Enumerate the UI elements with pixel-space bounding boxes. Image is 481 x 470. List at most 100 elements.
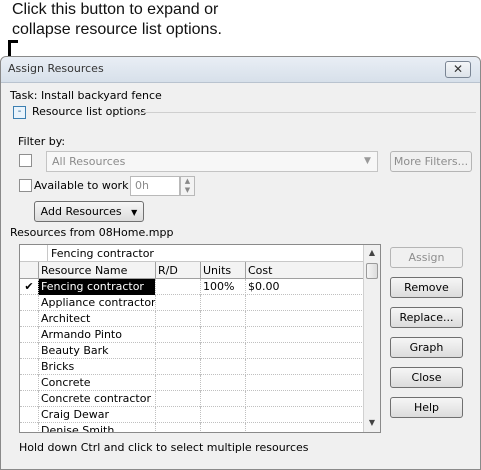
- spin-up-icon[interactable]: ▲: [181, 177, 194, 186]
- grid-header: Resource Name R/D Units Cost: [20, 262, 364, 279]
- close-button[interactable]: Close: [390, 367, 463, 388]
- col-units[interactable]: Units: [200, 262, 245, 279]
- available-to-work-checkbox[interactable]: [19, 179, 32, 192]
- check-icon: [20, 407, 38, 423]
- selection-hint: Hold down Ctrl and click to select multi…: [19, 441, 309, 454]
- add-resources-label: Add Resources: [40, 205, 122, 218]
- resource-list-options-label: Resource list options: [32, 105, 147, 118]
- resource-name-cell[interactable]: Fencing contractor: [38, 279, 155, 295]
- cost-cell[interactable]: [245, 343, 364, 359]
- cost-cell[interactable]: [245, 327, 364, 343]
- cost-cell[interactable]: [245, 375, 364, 391]
- check-icon: [20, 311, 38, 327]
- units-cell[interactable]: [200, 327, 245, 343]
- hours-spinner[interactable]: ▲ ▼: [180, 176, 195, 196]
- filter-combo[interactable]: All Resources ▼: [46, 151, 378, 172]
- check-icon: [20, 295, 38, 311]
- units-cell[interactable]: 100%: [200, 279, 245, 295]
- cost-cell[interactable]: [245, 423, 364, 432]
- resource-grid[interactable]: Fencing contractor Resource Name R/D Uni…: [19, 244, 381, 433]
- resource-name-cell[interactable]: Appliance contractor: [38, 295, 155, 311]
- units-cell[interactable]: [200, 391, 245, 407]
- grid-scrollbar[interactable]: ▲ ▼: [363, 245, 380, 432]
- cost-cell[interactable]: [245, 311, 364, 327]
- section-divider: [136, 112, 476, 113]
- resource-name-cell[interactable]: Beauty Bark: [38, 343, 155, 359]
- resource-name-cell[interactable]: Concrete contractor: [38, 391, 155, 407]
- available-to-work-label: Available to work: [34, 179, 129, 192]
- collapse-options-button[interactable]: -: [13, 106, 26, 119]
- dialog-title: Assign Resources: [8, 62, 104, 75]
- callout-line-1: Click this button to expand or: [12, 1, 219, 18]
- units-cell[interactable]: [200, 311, 245, 327]
- rd-cell[interactable]: [155, 359, 200, 375]
- filter-by-label: Filter by:: [18, 135, 66, 148]
- spin-down-icon[interactable]: ▼: [181, 186, 194, 195]
- rd-cell[interactable]: [155, 391, 200, 407]
- table-row[interactable]: Craig Dewar: [20, 407, 364, 423]
- units-cell[interactable]: [200, 343, 245, 359]
- resource-name-cell[interactable]: Craig Dewar: [38, 407, 155, 423]
- resource-name-cell[interactable]: Architect: [38, 311, 155, 327]
- assign-resources-dialog: Assign Resources ✕ Task: Install backyar…: [0, 56, 481, 470]
- rd-cell[interactable]: [155, 375, 200, 391]
- check-icon: [20, 423, 38, 432]
- check-icon: [20, 327, 38, 343]
- check-icon: ✔: [24, 280, 34, 293]
- table-row[interactable]: Concrete contractor: [20, 391, 364, 407]
- table-row[interactable]: Beauty Bark: [20, 343, 364, 359]
- table-row[interactable]: Appliance contractor: [20, 295, 364, 311]
- remove-button[interactable]: Remove: [390, 277, 463, 298]
- rd-cell[interactable]: [155, 311, 200, 327]
- resource-name-cell[interactable]: Denise Smith: [38, 423, 155, 432]
- table-row[interactable]: Architect: [20, 311, 364, 327]
- check-icon: [20, 343, 38, 359]
- table-row[interactable]: Bricks: [20, 359, 364, 375]
- rd-cell[interactable]: [155, 279, 200, 295]
- rd-cell[interactable]: [155, 407, 200, 423]
- filter-checkbox[interactable]: [19, 154, 32, 167]
- resource-name-cell[interactable]: Armando Pinto: [38, 327, 155, 343]
- col-resource-name[interactable]: Resource Name: [38, 262, 155, 279]
- cost-cell[interactable]: [245, 407, 364, 423]
- table-row[interactable]: ✔ Fencing contractor 100% $0.00: [20, 279, 364, 295]
- more-filters-button[interactable]: More Filters...: [390, 151, 472, 172]
- rd-cell[interactable]: [155, 343, 200, 359]
- resources-from-label: Resources from 08Home.mpp: [10, 226, 174, 239]
- table-row[interactable]: Denise Smith: [20, 423, 364, 432]
- graph-button[interactable]: Graph: [390, 337, 463, 358]
- resource-name-cell[interactable]: Concrete: [38, 375, 155, 391]
- cost-cell[interactable]: [245, 391, 364, 407]
- scroll-thumb[interactable]: [366, 263, 378, 279]
- col-cost[interactable]: Cost: [245, 262, 364, 279]
- edit-field[interactable]: Fencing contractor: [47, 245, 364, 262]
- units-cell[interactable]: [200, 359, 245, 375]
- add-resources-button[interactable]: Add Resources ▼: [34, 201, 144, 222]
- rd-cell[interactable]: [155, 295, 200, 311]
- units-cell[interactable]: [200, 423, 245, 432]
- callout-line-2: collapse resource list options.: [12, 21, 222, 38]
- cost-cell[interactable]: $0.00: [245, 279, 364, 295]
- help-button[interactable]: Help: [390, 397, 463, 418]
- available-hours-input[interactable]: 0h: [130, 176, 180, 196]
- table-row[interactable]: Concrete: [20, 375, 364, 391]
- units-cell[interactable]: [200, 375, 245, 391]
- col-rd[interactable]: R/D: [155, 262, 200, 279]
- dropdown-arrow-icon: ▼: [131, 208, 138, 217]
- callout-text: Click this button to expand or collapse …: [12, 0, 222, 40]
- rd-cell[interactable]: [155, 423, 200, 432]
- close-icon[interactable]: ✕: [445, 61, 471, 78]
- cost-cell[interactable]: [245, 359, 364, 375]
- rd-cell[interactable]: [155, 327, 200, 343]
- table-row[interactable]: Armando Pinto: [20, 327, 364, 343]
- assign-button[interactable]: Assign: [390, 247, 463, 268]
- replace-button[interactable]: Replace...: [390, 307, 463, 328]
- task-label: Task: Install backyard fence: [10, 89, 162, 102]
- scroll-up-icon[interactable]: ▲: [364, 246, 380, 260]
- units-cell[interactable]: [200, 407, 245, 423]
- units-cell[interactable]: [200, 295, 245, 311]
- cost-cell[interactable]: [245, 295, 364, 311]
- resource-name-cell[interactable]: Bricks: [38, 359, 155, 375]
- filter-value: All Resources: [52, 155, 126, 168]
- scroll-down-icon[interactable]: ▼: [364, 416, 380, 430]
